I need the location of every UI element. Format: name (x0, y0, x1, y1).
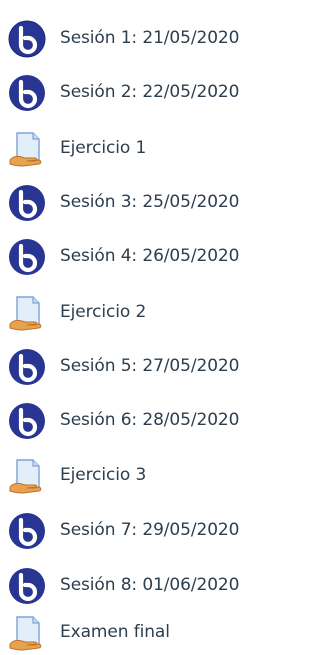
activity-label[interactable]: Ejercicio 2 (60, 301, 146, 323)
assignment-icon (8, 130, 46, 168)
activity-item-exercise-3[interactable]: Ejercicio 3 (0, 455, 288, 495)
activity-label[interactable]: Sesión 3: 25/05/2020 (60, 191, 239, 213)
assignment-icon (8, 614, 46, 652)
activity-item-session-3[interactable]: Sesión 3: 25/05/2020 (0, 182, 288, 222)
activity-item-session-7[interactable]: Sesión 7: 29/05/2020 (0, 510, 288, 550)
activity-label[interactable]: Sesión 6: 28/05/2020 (60, 409, 239, 431)
activity-label[interactable]: Sesión 7: 29/05/2020 (60, 519, 239, 541)
bigbluebutton-icon (8, 348, 46, 386)
activity-label[interactable]: Sesión 2: 22/05/2020 (60, 81, 239, 103)
activity-item-exercise-1[interactable]: Ejercicio 1 (0, 128, 288, 168)
activity-item-session-4[interactable]: Sesión 4: 26/05/2020 (0, 236, 288, 276)
activity-label[interactable]: Sesión 4: 26/05/2020 (60, 245, 239, 267)
bigbluebutton-icon (8, 74, 46, 112)
activity-item-session-5[interactable]: Sesión 5: 27/05/2020 (0, 346, 288, 386)
activity-label[interactable]: Sesión 8: 01/06/2020 (60, 574, 239, 596)
assignment-icon (8, 457, 46, 495)
bigbluebutton-icon (8, 567, 46, 605)
assignment-icon (8, 294, 46, 332)
bigbluebutton-icon (8, 402, 46, 440)
activity-label[interactable]: Examen final (60, 621, 170, 643)
activity-label[interactable]: Ejercicio 3 (60, 464, 146, 486)
bigbluebutton-icon (8, 20, 46, 58)
bigbluebutton-icon (8, 238, 46, 276)
activity-item-exercise-2[interactable]: Ejercicio 2 (0, 292, 288, 332)
activity-label[interactable]: Sesión 5: 27/05/2020 (60, 355, 239, 377)
activity-label[interactable]: Sesión 1: 21/05/2020 (60, 27, 239, 49)
activity-item-session-1[interactable]: Sesión 1: 21/05/2020 (0, 18, 288, 58)
bigbluebutton-icon (8, 184, 46, 222)
activity-item-session-8[interactable]: Sesión 8: 01/06/2020 (0, 565, 288, 605)
activity-label[interactable]: Ejercicio 1 (60, 137, 146, 159)
activity-item-session-2[interactable]: Sesión 2: 22/05/2020 (0, 72, 288, 112)
bigbluebutton-icon (8, 512, 46, 550)
activity-item-final-exam[interactable]: Examen final (0, 612, 288, 652)
activity-item-session-6[interactable]: Sesión 6: 28/05/2020 (0, 400, 288, 440)
